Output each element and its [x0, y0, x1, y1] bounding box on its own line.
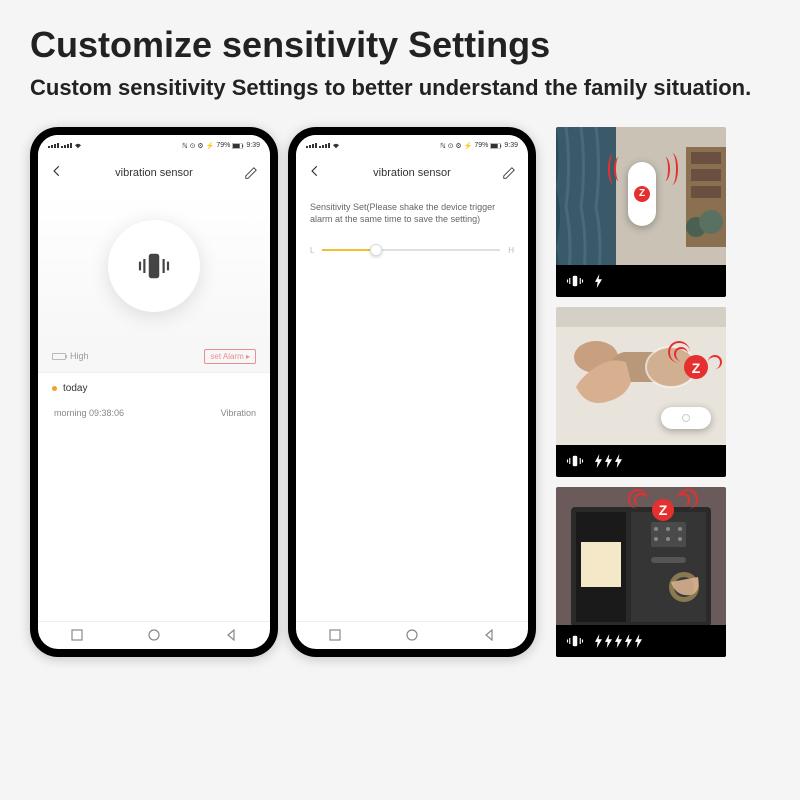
sensitivity-instruction: Sensitivity Set(Please shake the device …	[310, 201, 514, 226]
zigbee-badge-icon: Z	[652, 499, 674, 521]
battery-icon	[52, 353, 66, 360]
slider-high-label: H	[508, 246, 514, 255]
status-bar: ℕ ⊙ ⚙ ⚡ 79% 9:39	[296, 135, 528, 155]
vibrate-icon	[566, 632, 584, 650]
edit-icon[interactable]	[502, 166, 516, 180]
scenario-window: Z	[556, 127, 726, 297]
wifi-icon	[74, 143, 82, 149]
zigbee-badge-icon: Z	[634, 186, 650, 202]
nav-home-icon[interactable]	[147, 628, 161, 642]
scenario-column: Z	[556, 127, 726, 657]
page-title: Customize sensitivity Settings	[0, 0, 800, 74]
vibration-indicator	[108, 220, 200, 312]
nav-back-icon[interactable]	[482, 628, 496, 642]
screen-title: vibration sensor	[373, 167, 451, 179]
status-bar: ℕ ⊙ ⚙ ⚡ 79% 9:39	[38, 135, 270, 155]
app-bar: vibration sensor	[38, 155, 270, 191]
android-nav-bar	[38, 621, 270, 649]
nav-back-icon[interactable]	[224, 628, 238, 642]
phone-mockup-settings: ℕ ⊙ ⚙ ⚡ 79% 9:39 vibration sensor Sensit…	[288, 127, 536, 657]
vibrate-icon	[566, 272, 584, 290]
back-icon[interactable]	[50, 162, 64, 183]
sensor-device	[661, 407, 711, 429]
phone-mockup-main: ℕ ⊙ ⚙ ⚡ 79% 9:39 vibration sensor	[30, 127, 278, 657]
vibration-icon	[133, 245, 175, 287]
log-entry: morning 09:38:06 Vibration	[52, 408, 256, 418]
nav-recent-icon[interactable]	[328, 628, 342, 642]
android-nav-bar	[296, 621, 528, 649]
log-date-header: today	[52, 383, 256, 394]
app-bar: vibration sensor	[296, 155, 528, 191]
vibrate-icon	[566, 452, 584, 470]
nav-home-icon[interactable]	[405, 628, 419, 642]
intensity-bolts	[594, 274, 603, 288]
log-timestamp: morning 09:38:06	[54, 408, 124, 418]
edit-icon[interactable]	[244, 166, 258, 180]
screen-title: vibration sensor	[115, 167, 193, 179]
sensor-device: Z	[628, 162, 656, 226]
intensity-bolts	[594, 634, 643, 648]
log-event-type: Vibration	[221, 408, 256, 418]
event-log: today morning 09:38:06 Vibration	[38, 372, 270, 621]
intensity-bolts	[594, 454, 623, 468]
sensitivity-slider[interactable]: L H	[310, 246, 514, 255]
svg-text:Z: Z	[692, 360, 701, 376]
nav-recent-icon[interactable]	[70, 628, 84, 642]
back-icon[interactable]	[308, 162, 322, 183]
scenario-door: Z	[556, 307, 726, 477]
scenario-safe: Z	[556, 487, 726, 657]
slider-low-label: L	[310, 246, 314, 255]
set-alarm-button[interactable]: set Alarm ▸	[204, 349, 256, 364]
page-subtitle: Custom sensitivity Settings to better un…	[0, 74, 800, 127]
battery-level: High	[52, 351, 89, 361]
slider-thumb[interactable]	[370, 244, 382, 256]
